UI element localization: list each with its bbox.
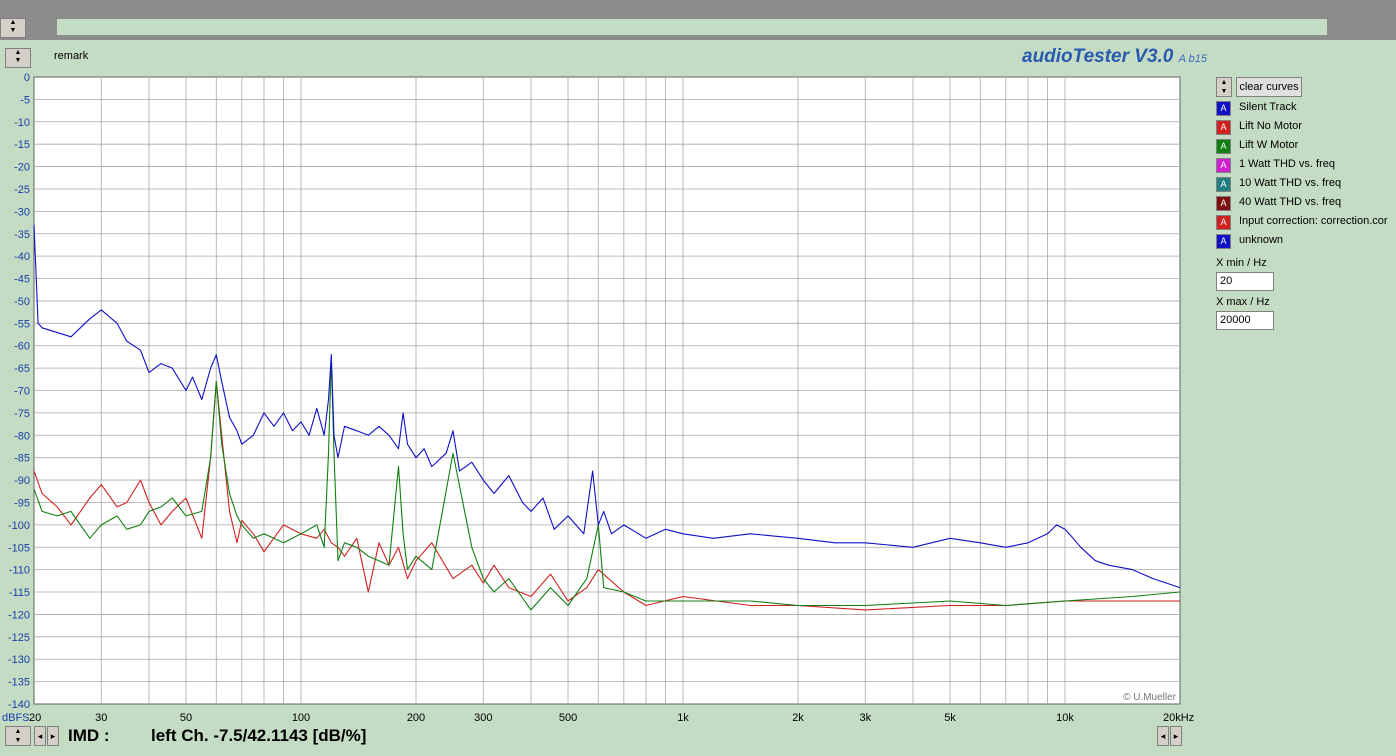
x-axis: 20 30 50 100 200 300 500 1k 2k 3k 5k 10k 20kHz [29,712,1194,724]
y-tick-label: -55 [14,318,30,330]
y-tick-label: -105 [8,542,30,554]
y-tick-label: -110 [9,565,30,577]
x-min-label: X min / Hz [1216,257,1267,269]
clear-curves-button[interactable]: clear curves [1236,77,1302,97]
x-tick-label: 1k [677,712,689,724]
scroll-left-button[interactable]: ◂ [34,726,46,746]
curve-label: Lift No Motor [1239,120,1302,132]
x-tick-label: 20kHz [1163,712,1194,724]
y-tick-label: -15 [14,139,30,151]
imd-value: left Ch. -7.5/42.1143 [dB/%] [151,726,367,745]
y-tick-label: -80 [14,430,30,442]
curve-color-swatch[interactable]: A [1216,120,1231,135]
x-max-input[interactable]: 20000 [1216,311,1274,330]
y-tick-label: -120 [8,609,30,621]
y-tick-label: -140 [8,699,30,711]
x-tick-label: 30 [95,712,107,724]
y-tick-label: -75 [14,408,30,420]
y-tick-label: -50 [14,296,30,308]
y-tick-label: -65 [14,363,30,375]
curve-label: Lift W Motor [1239,139,1299,151]
x-tick-label: 3k [859,712,871,724]
y-tick-label: -25 [14,184,30,196]
curve-color-swatch[interactable]: A [1216,177,1231,192]
x-tick-label: 200 [407,712,425,724]
x-tick-label: 300 [474,712,492,724]
curve-label: Silent Track [1239,101,1297,113]
y-axis: 0 -5 -10 -15 -20 -25 -30 -35 -40 -45 -50 -55 -60 -65 -… [8,72,30,711]
y-tick-label: 0 [24,72,30,84]
curve-color-swatch[interactable]: A [1216,101,1231,116]
curve-color-swatch[interactable]: A [1216,139,1231,154]
y-tick-label: -135 [8,677,30,689]
right-scroll-left-button[interactable]: ◂ [1157,726,1169,746]
y-tick-label: -125 [8,632,30,644]
y-tick-label: -100 [8,520,30,532]
bottom-spinner[interactable]: ▲ ▼ [5,726,31,746]
y-tick-label: -20 [14,162,30,174]
curve-color-swatch[interactable]: A [1216,215,1231,230]
right-scroll-right-button[interactable]: ▸ [1170,726,1182,746]
spectrum-chart: 0 -5 -10 -15 -20 -25 -30 -35 -40 -45 -50 -55 -60 -65 -… [2,72,1194,724]
y-tick-label: -115 [9,587,30,599]
y-tick-label: -70 [14,386,30,398]
x-tick-label: 500 [559,712,577,724]
curve-spinner[interactable]: ▲ ▼ [1216,77,1232,97]
y-tick-label: -85 [14,453,30,465]
y-tick-label: -60 [14,341,30,353]
x-tick-label: 2k [792,712,804,724]
x-tick-label: 50 [180,712,192,724]
y-tick-label: -35 [14,229,30,241]
y-tick-label: -45 [14,274,30,286]
y-tick-label: -90 [14,475,30,487]
curve-label: 40 Watt THD vs. freq [1239,196,1342,208]
curve-color-swatch[interactable]: A [1216,196,1231,211]
curve-label: Input correction: correction.cor [1239,215,1388,227]
curve-label: unknown [1239,234,1284,246]
x-tick-label: 100 [292,712,310,724]
x-tick-label: 10k [1056,712,1074,724]
x-tick-label: 20 [29,712,41,724]
y-tick-label: -10 [14,117,30,129]
curve-color-swatch[interactable]: A [1216,234,1231,249]
x-max-label: X max / Hz [1216,296,1270,308]
x-tick-label: 5k [944,712,956,724]
y-tick-label: -40 [14,251,30,263]
y-tick-label: -95 [14,497,30,509]
y-axis-unit-label: dBFS [2,712,30,724]
y-tick-label: -30 [14,206,30,218]
y-tick-label: -5 [20,94,30,106]
x-min-input[interactable]: 20 [1216,272,1274,291]
curve-label: 10 Watt THD vs. freq [1239,177,1342,189]
curve-color-swatch[interactable]: A [1216,158,1231,173]
curve-label: 1 Watt THD vs. freq [1239,158,1335,170]
imd-label: IMD : [68,726,110,745]
scroll-right-button[interactable]: ▸ [47,726,59,746]
y-tick-label: -130 [8,654,30,666]
copyright-label: © U.Mueller [1123,692,1177,703]
